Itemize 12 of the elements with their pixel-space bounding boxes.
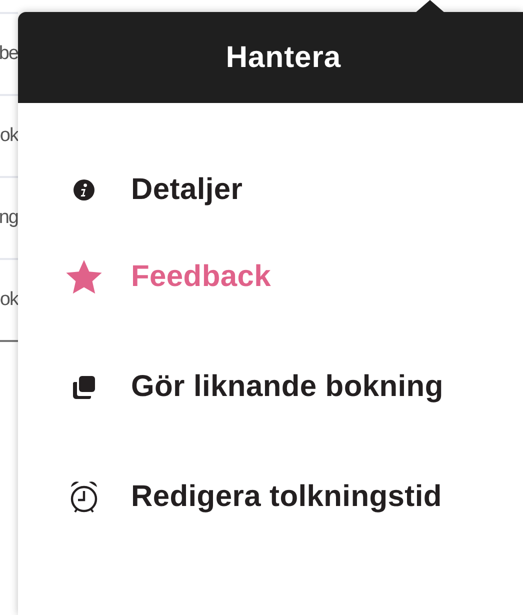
table-cell: be: [0, 43, 18, 65]
popover-title: Hantera: [226, 40, 342, 74]
star-icon: [65, 259, 103, 295]
info-icon: [73, 179, 95, 201]
menu-item[interactable]: Detaljer: [64, 171, 243, 209]
table-cell: ng: [0, 207, 18, 229]
copy-icon: [71, 374, 97, 400]
table-cell: ok: [0, 289, 18, 311]
menu-item[interactable]: Gör liknande bokning: [64, 368, 444, 406]
table-cell: ok: [0, 125, 18, 147]
menu-item[interactable]: Redigera tolkningstid: [64, 478, 442, 516]
alarm-clock-icon: [69, 480, 99, 514]
